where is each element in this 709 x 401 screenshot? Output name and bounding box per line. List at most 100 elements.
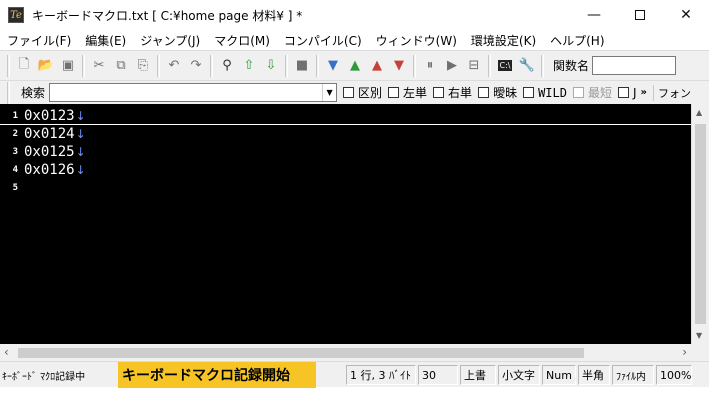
record-icon: ⏸ (426, 58, 434, 73)
redo-button[interactable]: ↷ (185, 55, 207, 77)
search-bar: 検索 ▼ 区別 左単 右単 曖昧 WILD 最短 J » フォン (0, 80, 709, 104)
undo-icon: ↶ (168, 58, 180, 73)
horizontal-scroll-thumb[interactable] (18, 348, 584, 358)
dropdown-arrow-icon: ▼ (326, 88, 333, 97)
paste-icon: ⎘ (137, 58, 149, 73)
close-button[interactable]: ✕ (663, 0, 709, 30)
window-title: キーボードマクロ.txt [ C:¥home page 材料¥ ] * (32, 8, 303, 23)
checkbox[interactable] (618, 87, 629, 98)
menu-macro[interactable]: マクロ(M) (207, 32, 277, 49)
line-number: 4 (12, 165, 18, 175)
find-up-button[interactable]: ⇧ (238, 55, 260, 77)
maximize-button[interactable] (617, 0, 663, 30)
option-label: 左単 (403, 86, 428, 100)
menu-compile[interactable]: コンパイル(C) (277, 32, 369, 49)
bookmark-up-button[interactable]: ▲ (344, 55, 366, 77)
new-file-button[interactable]: 🗋 (13, 55, 35, 77)
line-text[interactable]: 0x0123 (24, 108, 75, 124)
toolbar-separator (413, 54, 416, 77)
vertical-scroll-thumb[interactable] (695, 124, 706, 324)
settings-button[interactable]: 🔧 (516, 55, 538, 77)
menu-file[interactable]: ファイル(F) (0, 32, 78, 49)
numlock-indicator: Num (542, 365, 576, 385)
search-down-icon: ⇩ (265, 58, 277, 73)
horizontal-scrollbar[interactable]: ‹ › (0, 344, 691, 361)
bookmark-up-icon: ▲ (350, 58, 360, 73)
scroll-down-icon[interactable]: ▼ (696, 331, 702, 340)
bookmark-prev-button[interactable]: ▼ (388, 55, 410, 77)
function-name-combo[interactable] (592, 56, 677, 75)
option-case-sensitive[interactable]: 区別 (343, 84, 382, 101)
editor-line[interactable]: 1 0x0123 ↓ (0, 107, 691, 125)
cut-button[interactable]: ✂ (88, 55, 110, 77)
case-mode[interactable]: 小文字 (498, 365, 540, 385)
option-truncated[interactable]: J (618, 86, 637, 100)
menu-jump[interactable]: ジャンプ(J) (133, 32, 207, 49)
checkbox[interactable] (388, 87, 400, 98)
checkbox[interactable] (523, 87, 535, 98)
copy-icon: ⧉ (116, 58, 126, 73)
command-prompt-button[interactable]: C:\ (494, 55, 516, 77)
function-name-label: 関数名 (553, 59, 590, 73)
search-dropdown-button[interactable]: ▼ (322, 84, 337, 101)
search-label: 検索 (21, 86, 46, 100)
minimize-icon: — (587, 7, 601, 23)
line-text[interactable]: 0x0126 (24, 162, 75, 178)
char-code: 30 (418, 365, 458, 385)
editor-area[interactable]: 1 0x0123 ↓ 2 0x0124 ↓ 3 0x0125 ↓ 4 0x012… (0, 104, 691, 344)
open-file-button[interactable]: 📂 (35, 55, 57, 77)
option-fuzzy[interactable]: 曖昧 (478, 84, 517, 101)
wrench-icon: 🔧 (518, 58, 536, 73)
scroll-up-icon[interactable]: ▲ (696, 108, 702, 117)
undo-button[interactable]: ↶ (163, 55, 185, 77)
macro-record-button[interactable]: ⏸ (419, 55, 441, 77)
toolbar-grip[interactable] (7, 54, 10, 77)
bookmark-next-button[interactable]: ▲ (366, 55, 388, 77)
minimize-button[interactable]: — (571, 0, 617, 30)
checkbox[interactable] (433, 87, 445, 98)
window-controls: — ✕ (571, 0, 709, 30)
search-bar-grip[interactable] (7, 81, 10, 104)
option-wildcard[interactable]: WILD (523, 86, 567, 100)
checkbox[interactable] (343, 87, 355, 98)
paste-button[interactable]: ⎘ (132, 55, 154, 77)
line-number: 1 (12, 111, 18, 121)
editor-line[interactable]: 4 0x0126 ↓ (0, 161, 691, 179)
app-icon[interactable]: Te (8, 7, 24, 23)
find-button[interactable]: ⚲ (216, 55, 238, 77)
cursor-position[interactable]: 1 行, 3 ﾊﾞｲﾄ (346, 365, 416, 385)
find-down-button[interactable]: ⇩ (260, 55, 282, 77)
menu-settings[interactable]: 環境設定(K) (464, 32, 543, 49)
maximize-icon (635, 10, 645, 20)
split-window-button[interactable]: ⊟ (463, 55, 485, 77)
toolbar-separator (316, 54, 319, 77)
option-left-word[interactable]: 左単 (388, 84, 427, 101)
bookmark-button[interactable]: ▼ (322, 55, 344, 77)
menu-edit[interactable]: 編集(E) (78, 32, 133, 49)
scroll-right-icon[interactable]: › (682, 345, 687, 359)
line-text[interactable]: 0x0124 (24, 126, 75, 142)
option-right-word[interactable]: 右単 (433, 84, 472, 101)
macro-recording-status: ｷｰﾎﾞｰﾄﾞ ﾏｸﾛ記録中 (2, 371, 86, 383)
menu-help[interactable]: ヘルプ(H) (543, 32, 611, 49)
search-scope[interactable]: ﾌｧｲﾙ内 (612, 365, 654, 385)
macro-play-button[interactable]: ▶ (441, 55, 463, 77)
editor-line[interactable]: 2 0x0124 ↓ (0, 125, 691, 143)
select-block-button[interactable]: ■ (291, 55, 313, 77)
copy-button[interactable]: ⧉ (110, 55, 132, 77)
save-file-button[interactable]: ▣ (57, 55, 79, 77)
toolbar-overflow-chevron[interactable]: » (641, 87, 647, 98)
width-mode[interactable]: 半角 (578, 365, 610, 385)
editor-line[interactable]: 5 (0, 179, 691, 197)
font-toolbar-label[interactable]: フォン (653, 84, 691, 101)
app-icon-text: Te (10, 9, 22, 21)
zoom-level[interactable]: 100% (656, 365, 692, 385)
editor-line[interactable]: 3 0x0125 ↓ (0, 143, 691, 161)
overwrite-mode[interactable]: 上書 (460, 365, 496, 385)
search-input[interactable]: ▼ (49, 83, 338, 102)
scroll-left-icon[interactable]: ‹ (4, 345, 9, 359)
checkbox[interactable] (478, 87, 490, 98)
line-text[interactable]: 0x0125 (24, 144, 75, 160)
vertical-scrollbar[interactable]: ▲ ▼ (691, 104, 709, 344)
menu-window[interactable]: ウィンドウ(W) (369, 32, 464, 49)
